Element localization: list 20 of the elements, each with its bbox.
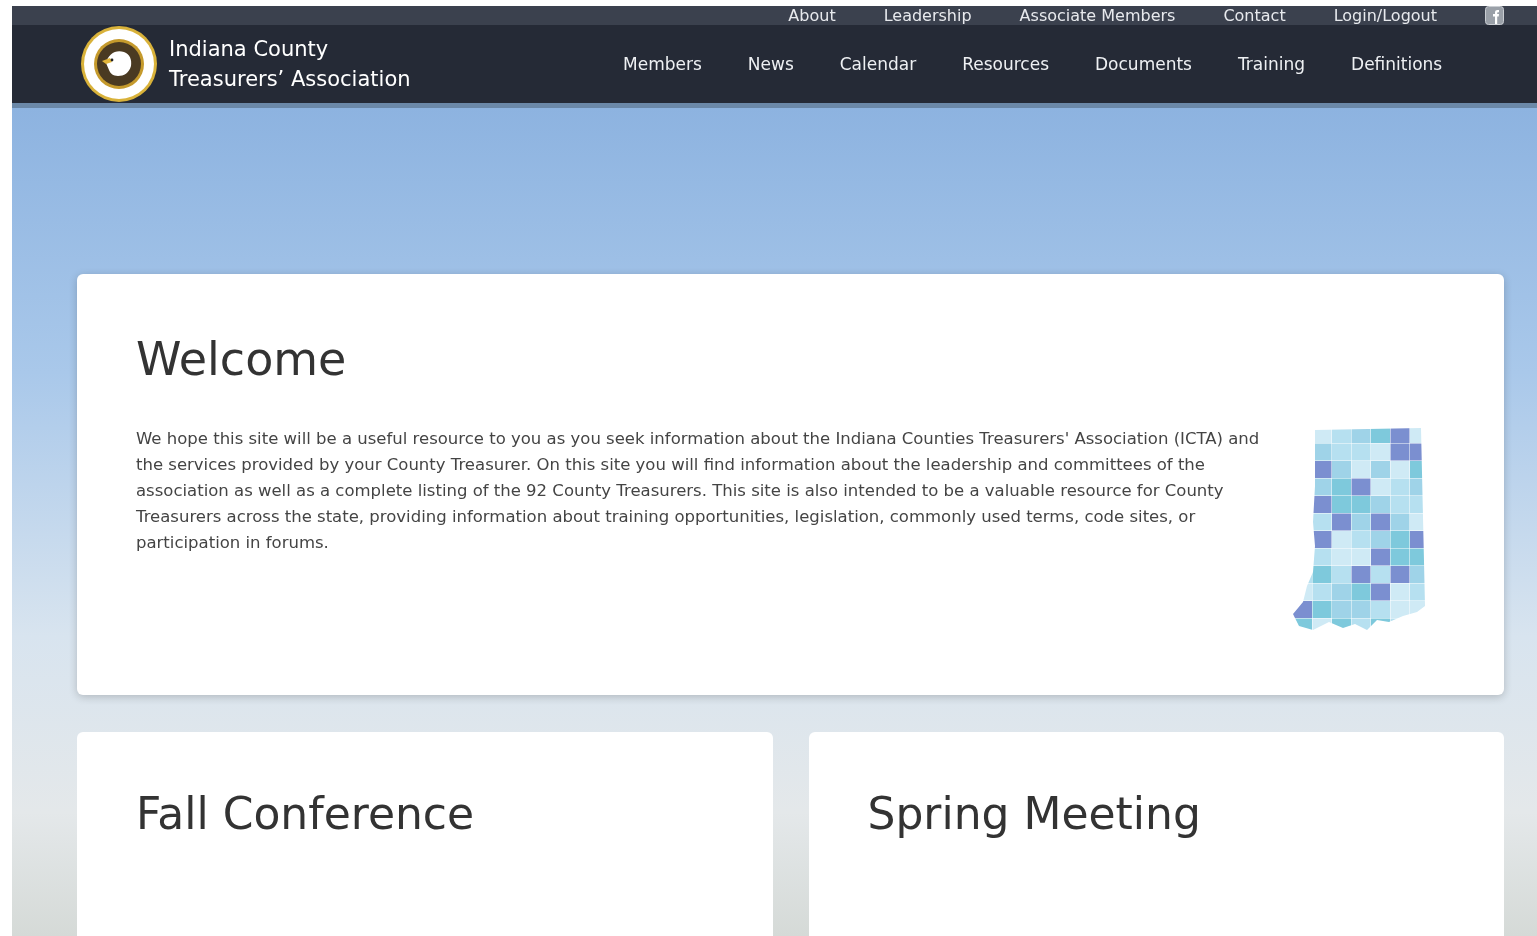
card-heading: Fall Conference [136,788,476,839]
top-nav-link[interactable]: Associate Members [995,6,1200,25]
main-nav-link[interactable]: Calendar [816,54,940,74]
top-nav-link[interactable]: About [764,6,860,25]
main-nav-link[interactable]: Members [600,54,725,74]
facebook-icon[interactable] [1485,6,1504,25]
main-nav-link[interactable]: Definitions [1328,54,1466,74]
main-nav-link[interactable]: News [724,54,817,74]
site-title[interactable]: Treasurers’ Association [169,64,411,94]
eagle-seal-logo[interactable] [80,25,158,103]
top-nav-link[interactable]: Contact [1199,6,1310,25]
top-nav-link[interactable]: Leadership [859,6,996,25]
top-nav-link[interactable]: Login/Logout [1309,6,1461,25]
site-title[interactable]: Indiana County [169,34,411,64]
main-nav-link[interactable]: Documents [1072,54,1215,74]
main-nav-link[interactable]: Training [1214,54,1329,74]
welcome-paragraph: We hope this site will be a useful resource to you as you seek information about the Indiana Counties Treasurers' Association (ICTA) and the services provided by your County Treasurer. On this site you will find information about the leadership and committees of the association as well as a complete listing of the 92 County Treasurers. This site is also intended to be a valuable resource for County Treasurers across the state, providing information about training opportunities, legislation, commonly used terms, code sites, or participation in forums. [136,428,1261,554]
card-heading: Spring Meeting [867,788,1202,839]
welcome-heading: Welcome [136,332,348,386]
main-nav-link[interactable]: Resources [939,54,1072,74]
